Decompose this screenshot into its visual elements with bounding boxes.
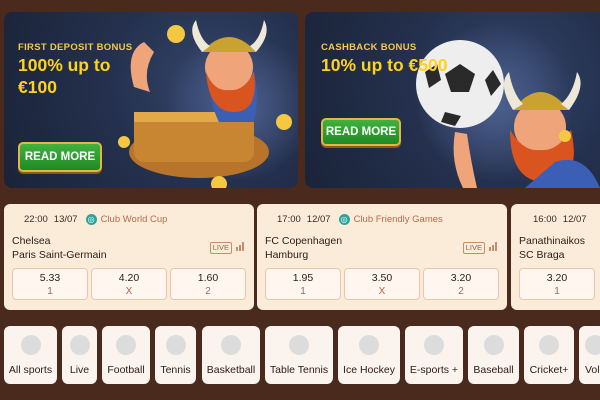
sport-filter-tennis[interactable]: Tennis	[155, 326, 196, 384]
globe-icon: ◎	[338, 213, 350, 225]
match-meta: 22:00 13/07 ◎ Club World Cup	[12, 212, 246, 226]
match-meta: 17:00 12/07 ◎ Club Friendly Games	[265, 212, 499, 226]
sport-label: All sports	[8, 364, 53, 376]
match-date: 12/07	[306, 213, 331, 225]
tennis-icon	[165, 335, 186, 355]
odd-label: 1	[47, 286, 53, 297]
baseball-icon	[483, 335, 504, 355]
match-card[interactable]: 17:00 12/07 ◎ Club Friendly Games FC Cop…	[257, 204, 507, 310]
match-time: 22:00	[24, 213, 48, 225]
competition-name[interactable]: Club Friendly Games	[354, 214, 443, 225]
odd-label: 1	[300, 286, 306, 297]
bonus-headline: 100% up to €100	[18, 54, 110, 98]
odds-row: 3.20 1	[519, 268, 595, 300]
sport-label: Baseball	[473, 364, 514, 376]
sport-label: Cricket+	[529, 364, 569, 376]
competition-name[interactable]: Club World Cup	[101, 214, 168, 225]
away-team: SC Braga	[519, 249, 565, 261]
match-card[interactable]: 16:00 12/07 Panathinaikos SC Braga 3.20 1	[511, 204, 600, 310]
football-icon	[116, 335, 136, 355]
sport-label: Tennis	[160, 364, 191, 376]
match-time: 16:00	[533, 213, 557, 225]
live-badge: LIVE	[209, 242, 232, 254]
globe-icon: ◎	[85, 213, 97, 225]
bonus-headline: 10% up to €500	[321, 55, 448, 75]
viking-with-treasure-illustration	[118, 20, 292, 188]
read-more-button[interactable]: READ MORE	[321, 118, 401, 146]
bonus-tag: CASHBACK BONUS	[321, 42, 417, 53]
sport-filter-cricket[interactable]: Cricket+	[524, 326, 574, 384]
stats-bars-icon[interactable]	[236, 242, 244, 251]
stats-bars-icon[interactable]	[489, 242, 497, 251]
odd-button-home[interactable]: 5.33 1	[12, 268, 88, 300]
match-card[interactable]: 22:00 13/07 ◎ Club World Cup Chelsea Par…	[4, 204, 254, 310]
sport-label: Table Tennis	[269, 364, 329, 376]
sport-filter-all-sports[interactable]: All sports	[4, 326, 57, 384]
odd-label: 2	[458, 286, 464, 297]
sport-label: Live	[69, 364, 90, 376]
odd-button-home[interactable]: 1.95 1	[265, 268, 341, 300]
bonus-headline-line2: €100	[18, 77, 57, 97]
bonus-headline-line1: 100% up to	[18, 55, 111, 75]
bonus-tag: FIRST DEPOSIT BONUS	[18, 42, 133, 53]
odd-value: 1.60	[197, 272, 219, 284]
cashback-bonus-banner[interactable]: CASHBACK BONUS 10% up to €500 READ MORE	[305, 12, 600, 188]
sport-filter-esports[interactable]: E-sports +	[405, 326, 463, 384]
match-date: 12/07	[562, 213, 587, 225]
ice-hockey-icon	[359, 335, 379, 355]
match-date: 13/07	[53, 213, 78, 225]
match-time: 17:00	[277, 213, 301, 225]
read-more-button[interactable]: READ MORE	[18, 142, 102, 172]
volleyball-icon	[585, 335, 600, 355]
sport-filter-ice-hockey[interactable]: Ice Hockey	[338, 326, 400, 384]
match-meta: 16:00 12/07	[519, 212, 592, 226]
sport-label: Football	[107, 364, 145, 376]
odd-button-home[interactable]: 3.20 1	[519, 268, 595, 300]
odd-button-draw[interactable]: 3.50 X	[344, 268, 420, 300]
odd-label: 1	[554, 286, 560, 297]
odd-value: 3.20	[450, 272, 472, 284]
sport-filter-basketball[interactable]: Basketball	[202, 326, 260, 384]
sport-label: Vol	[585, 364, 600, 376]
odd-button-away[interactable]: 1.60 2	[170, 268, 246, 300]
odd-button-draw[interactable]: 4.20 X	[91, 268, 167, 300]
odd-label: X	[378, 286, 386, 297]
odd-value: 5.33	[39, 272, 61, 284]
viking-with-football-illustration	[416, 40, 600, 188]
match-teams: Panathinaikos SC Braga	[519, 234, 592, 262]
odd-value: 3.50	[371, 272, 393, 284]
sport-filter-volleyball[interactable]: Vol	[579, 326, 600, 384]
odd-label: 2	[205, 286, 211, 297]
sport-label: E-sports +	[409, 364, 459, 376]
home-team: Panathinaikos	[519, 235, 585, 247]
all-sports-icon	[20, 335, 41, 355]
odd-value: 4.20	[118, 272, 140, 284]
match-teams: Chelsea Paris Saint-Germain LIVE	[12, 234, 246, 262]
basketball-icon	[221, 335, 241, 355]
odd-label: X	[125, 286, 133, 297]
odds-row: 5.33 1 4.20 X 1.60 2	[12, 268, 246, 300]
sport-filter-football[interactable]: Football	[102, 326, 150, 384]
first-deposit-bonus-banner[interactable]: FIRST DEPOSIT BONUS 100% up to €100 READ…	[4, 12, 298, 188]
live-badge: LIVE	[462, 242, 485, 254]
odd-value: 3.20	[546, 272, 568, 284]
esports-icon	[424, 335, 444, 355]
match-teams: FC Copenhagen Hamburg LIVE	[265, 234, 499, 262]
sport-filter-baseball[interactable]: Baseball	[468, 326, 519, 384]
sport-filter-table-tennis[interactable]: Table Tennis	[265, 326, 333, 384]
odd-value: 1.95	[292, 272, 314, 284]
table-tennis-icon	[289, 335, 309, 355]
sport-label: Ice Hockey	[343, 364, 395, 376]
odds-row: 1.95 1 3.50 X 3.20 2	[265, 268, 499, 300]
odd-button-away[interactable]: 3.20 2	[423, 268, 499, 300]
live-icon	[69, 335, 90, 355]
sport-filter-live[interactable]: Live	[62, 326, 97, 384]
cricket-icon	[539, 335, 559, 355]
sport-label: Basketball	[206, 364, 256, 376]
